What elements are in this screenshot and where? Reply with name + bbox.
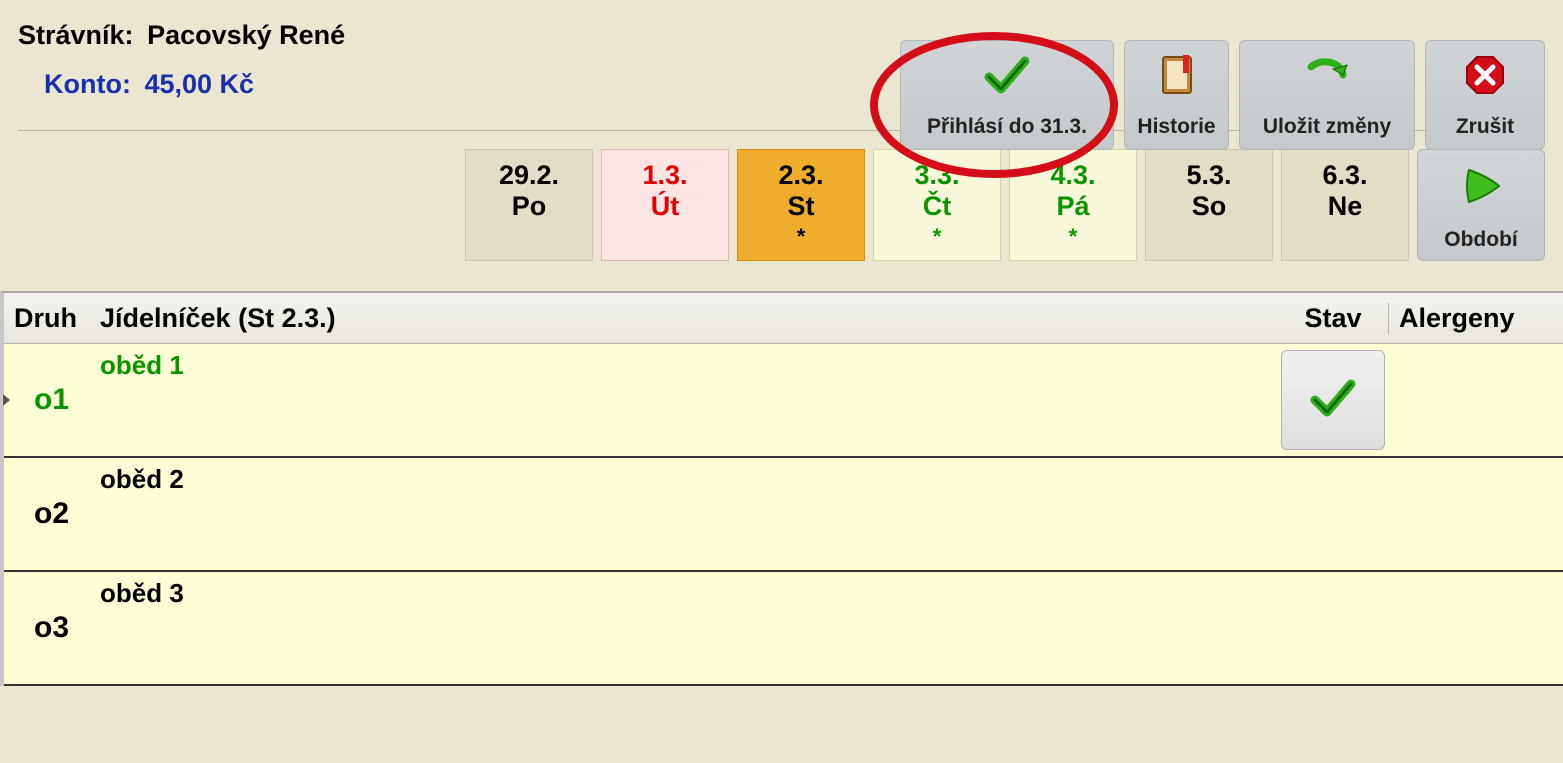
cancel-button[interactable]: Zrušit xyxy=(1425,40,1545,150)
table-row[interactable]: o3 oběd 3 xyxy=(4,572,1563,686)
register-until-label: Přihlásí do 31.3. xyxy=(927,115,1087,139)
table-row[interactable]: o1 oběd 1 xyxy=(4,344,1563,458)
meal-name: oběd 1 xyxy=(100,350,1278,381)
day-star: * xyxy=(933,224,942,249)
konto-value: 45,00 Kč xyxy=(144,69,254,100)
day-date: 2.3. xyxy=(778,160,823,191)
book-icon xyxy=(1153,51,1201,105)
history-label: Historie xyxy=(1137,115,1215,139)
meal-code: o1 xyxy=(4,344,92,456)
col-header-jidelnicek: Jídelníček (St 2.3.) xyxy=(92,303,1278,334)
meal-name: oběd 3 xyxy=(100,578,1278,609)
register-until-button[interactable]: Přihlásí do 31.3. xyxy=(900,40,1114,150)
day-tab[interactable]: 3.3.Čt* xyxy=(873,149,1001,261)
period-label: Období xyxy=(1444,228,1517,252)
day-date: 6.3. xyxy=(1322,160,1367,191)
alergeny-cell xyxy=(1388,344,1563,456)
day-dow: Po xyxy=(512,191,547,222)
alergeny-cell xyxy=(1388,458,1563,570)
day-tab[interactable]: 1.3.Út* xyxy=(601,149,729,261)
day-tab[interactable]: 29.2.Po* xyxy=(465,149,593,261)
stav-toggle-button[interactable] xyxy=(1281,350,1385,450)
meal-name: oběd 2 xyxy=(100,464,1278,495)
play-icon xyxy=(1457,162,1505,216)
meal-code: o2 xyxy=(4,458,92,570)
day-dow: Ne xyxy=(1328,191,1363,222)
save-button[interactable]: Uložit změny xyxy=(1239,40,1415,150)
day-tab[interactable]: 4.3.Pá* xyxy=(1009,149,1137,261)
day-tab[interactable]: 6.3.Ne* xyxy=(1281,149,1409,261)
col-header-alergeny: Alergeny xyxy=(1388,303,1563,334)
save-arrow-icon xyxy=(1303,51,1351,105)
alergeny-cell xyxy=(1388,572,1563,684)
day-dow: Pá xyxy=(1056,191,1089,222)
table-row[interactable]: o2 oběd 2 xyxy=(4,458,1563,572)
col-header-druh: Druh xyxy=(4,303,92,334)
konto-label: Konto: xyxy=(44,69,131,100)
col-header-stav: Stav xyxy=(1278,303,1388,334)
stravnik-label: Strávník: xyxy=(18,20,134,51)
day-date: 3.3. xyxy=(914,160,959,191)
check-icon xyxy=(1309,374,1357,427)
day-star: * xyxy=(1069,224,1078,249)
day-date: 4.3. xyxy=(1050,160,1095,191)
history-button[interactable]: Historie xyxy=(1124,40,1229,150)
meal-code: o3 xyxy=(4,572,92,684)
period-button[interactable]: Období xyxy=(1417,149,1545,261)
day-date: 29.2. xyxy=(499,160,559,191)
cancel-label: Zrušit xyxy=(1456,115,1514,139)
current-row-marker-icon xyxy=(3,394,10,406)
day-tab[interactable]: 2.3.St* xyxy=(737,149,865,261)
day-date: 1.3. xyxy=(642,160,687,191)
day-star: * xyxy=(797,224,806,249)
day-dow: Čt xyxy=(923,191,952,222)
close-icon xyxy=(1465,55,1505,101)
day-tab[interactable]: 5.3.So* xyxy=(1145,149,1273,261)
check-icon xyxy=(983,51,1031,105)
stravnik-value: Pacovský René xyxy=(147,20,345,51)
save-label: Uložit změny xyxy=(1263,115,1391,139)
day-date: 5.3. xyxy=(1186,160,1231,191)
day-dow: So xyxy=(1192,191,1227,222)
day-dow: St xyxy=(788,191,815,222)
day-dow: Út xyxy=(651,191,680,222)
